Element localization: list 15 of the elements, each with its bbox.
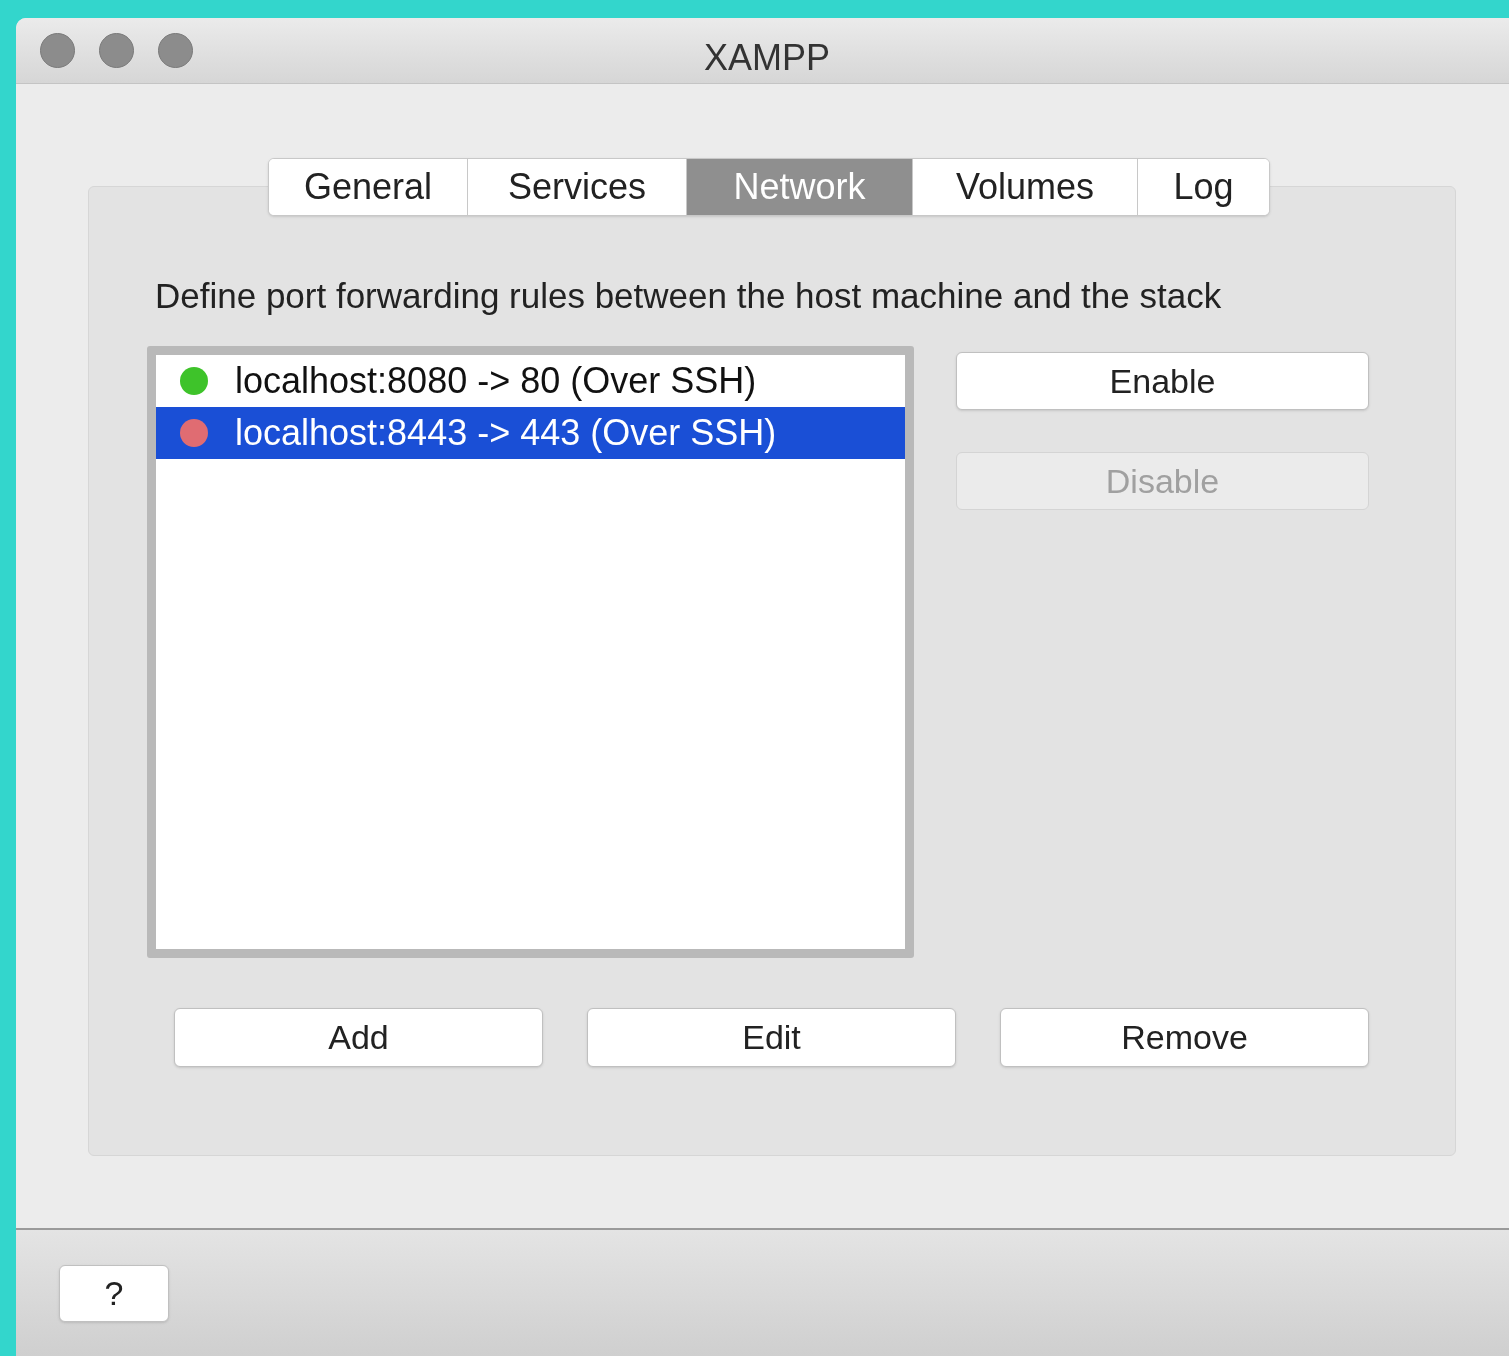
zoom-button[interactable] [158, 33, 193, 68]
close-button[interactable] [40, 33, 75, 68]
tab[interactable]: General [269, 159, 468, 215]
tab[interactable]: Volumes [913, 159, 1138, 215]
help-button[interactable]: ? [59, 1264, 169, 1322]
window-title: XAMPP [704, 36, 831, 80]
action-button[interactable]: Edit [587, 1008, 956, 1067]
list-row[interactable]: localhost:8443 -> 443 (Over SSH) [156, 407, 905, 459]
action-button[interactable]: Remove [1000, 1008, 1369, 1067]
tab[interactable]: Services [468, 159, 687, 215]
tab[interactable]: Log [1138, 159, 1269, 215]
action-button[interactable]: Enable [956, 352, 1369, 410]
description-text: Define port forwarding rules between the host machine and the stack [155, 275, 1222, 317]
minimize-button[interactable] [99, 33, 134, 68]
action-button[interactable]: Add [174, 1008, 543, 1067]
